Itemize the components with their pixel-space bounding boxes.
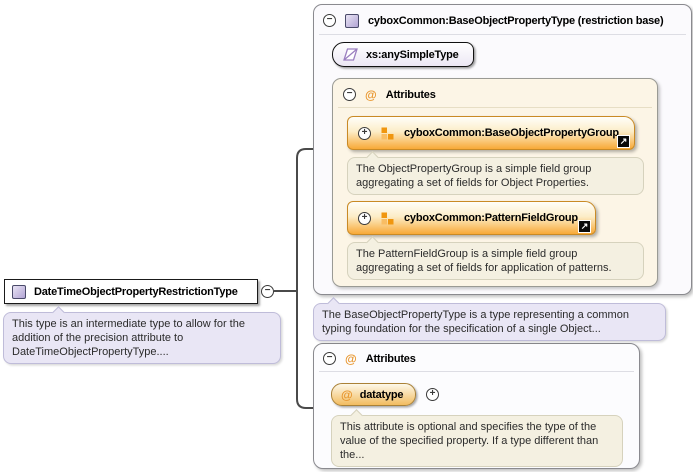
- bubble-caret: [350, 409, 363, 422]
- attr-group-box[interactable]: + cyboxCommon:PatternFieldGroup ↗: [347, 201, 596, 235]
- link-arrow-icon[interactable]: ↗: [617, 135, 630, 148]
- simple-type-pill[interactable]: xs:anySimpleType: [332, 42, 474, 67]
- attribute-description-text: This attribute is optional and specifies…: [340, 421, 598, 461]
- attr-group-icon: [381, 127, 394, 140]
- attr-group-description-text: The ObjectPropertyGroup is a simple fiel…: [356, 163, 591, 189]
- simple-type-label: xs:anySimpleType: [366, 49, 459, 61]
- collapse-toggle-icon[interactable]: −: [323, 352, 336, 365]
- schema-diagram: DateTimeObjectPropertyRestrictionType − …: [0, 0, 693, 472]
- attributes-panel: − @ Attributes + cyboxCommon:BaseObjectP…: [332, 78, 658, 287]
- attributes-separator: [338, 107, 652, 108]
- base-type-header: − cyboxCommon:BaseObjectPropertyType (re…: [314, 5, 691, 34]
- node-description-bubble: This type is an intermediate type to all…: [3, 312, 281, 364]
- attr-group-label: cyboxCommon:BaseObjectPropertyGroup: [404, 127, 619, 139]
- attribute-at-icon: @: [345, 353, 357, 365]
- expand-toggle-icon[interactable]: +: [358, 212, 371, 225]
- expand-toggle-icon[interactable]: +: [426, 388, 439, 401]
- node-description-text: This type is an intermediate type to all…: [12, 318, 245, 358]
- datatype-attribute-pill[interactable]: @ datatype: [331, 383, 416, 406]
- collapse-toggle-icon[interactable]: −: [343, 88, 356, 101]
- attributes-header: − @ Attributes: [333, 79, 657, 107]
- node-title: DateTimeObjectPropertyRestrictionType: [34, 286, 238, 298]
- complex-type-icon: [12, 285, 26, 299]
- header-separator: [319, 34, 686, 35]
- base-type-description-bubble: The BaseObjectPropertyType is a type rep…: [313, 303, 666, 341]
- expand-toggle-icon[interactable]: +: [358, 127, 371, 140]
- attributes-separator: [319, 371, 634, 372]
- attr-group-label: cyboxCommon:PatternFieldGroup: [404, 212, 578, 224]
- link-arrow-icon[interactable]: ↗: [578, 220, 591, 233]
- bubble-caret: [366, 151, 379, 164]
- attribute-at-icon: @: [341, 389, 353, 401]
- attributes-section-label: Attributes: [366, 353, 416, 365]
- restriction-type-node[interactable]: DateTimeObjectPropertyRestrictionType: [4, 279, 258, 304]
- attr-group-description-bubble: The ObjectPropertyGroup is a simple fiel…: [347, 157, 644, 195]
- simple-type-icon: [343, 48, 358, 61]
- collapse-toggle-icon[interactable]: −: [323, 14, 336, 27]
- complex-type-icon: [345, 14, 359, 28]
- attribute-at-icon: @: [365, 89, 377, 101]
- bubble-caret: [366, 236, 379, 249]
- attr-group-description-text: The PatternFieldGroup is a simple field …: [356, 248, 612, 274]
- datatype-attribute-label: datatype: [360, 389, 404, 401]
- base-type-description-text: The BaseObjectPropertyType is a type rep…: [322, 309, 629, 335]
- attr-group-icon: [381, 212, 394, 225]
- base-type-title: cyboxCommon:BaseObjectPropertyType (rest…: [368, 15, 663, 27]
- attribute-description-bubble: This attribute is optional and specifies…: [331, 415, 623, 467]
- attr-group-description-bubble: The PatternFieldGroup is a simple field …: [347, 242, 644, 280]
- base-type-box: − cyboxCommon:BaseObjectPropertyType (re…: [313, 4, 692, 295]
- local-attributes-box: − @ Attributes @ datatype + This attribu…: [313, 343, 640, 469]
- attr-group-box[interactable]: + cyboxCommon:BaseObjectPropertyGroup ↗: [347, 116, 635, 150]
- local-attributes-header: − @ Attributes: [314, 344, 639, 371]
- attributes-section-label: Attributes: [386, 89, 436, 101]
- collapse-toggle-icon[interactable]: −: [261, 285, 274, 298]
